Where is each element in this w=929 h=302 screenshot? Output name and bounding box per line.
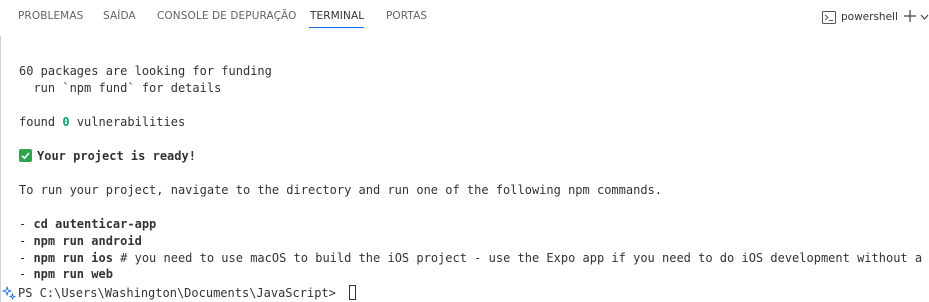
funding-line: 60 packages are looking for funding [19, 64, 272, 78]
funding-details-line: run `npm fund` for details [19, 81, 222, 95]
tab-problemas[interactable]: PROBLEMAS [18, 10, 83, 22]
shell-prompt: PS C:\Users\Washington\Documents\JavaScr… [18, 285, 344, 300]
tab-terminal[interactable]: TERMINAL [310, 10, 364, 22]
vulnerabilities-line: found 0 vulnerabilities [19, 115, 186, 129]
tab-portas[interactable]: PORTAS [386, 10, 427, 22]
terminal-icon [822, 10, 836, 24]
panel-tab-bar: PROBLEMAS SAÍDA CONSOLE DE DEPURAÇÃO TER… [0, 0, 929, 36]
instructions-line: To run your project, navigate to the dir… [19, 183, 662, 197]
terminal-output[interactable]: 60 packages are looking for funding run … [0, 36, 929, 302]
chevron-down-icon[interactable] [920, 13, 929, 21]
text-cursor [349, 285, 357, 300]
prompt-line[interactable]: PS C:\Users\Washington\Documents\JavaScr… [0, 284, 357, 301]
vulnerability-count: 0 [62, 115, 70, 129]
terminal-profile-selector[interactable]: powershell [822, 8, 898, 26]
sparkle-icon[interactable] [2, 285, 16, 300]
command-line-2: - npm run android [19, 234, 142, 248]
command-line-3: - npm run ios # you need to use macOS to… [19, 251, 929, 265]
tab-saida[interactable]: SAÍDA [103, 10, 136, 22]
tab-console-depuracao[interactable]: CONSOLE DE DEPURAÇÃO [157, 10, 296, 22]
command-line-1: - cd autenticar-app [19, 217, 157, 231]
active-tab-indicator [309, 27, 364, 28]
plus-icon[interactable] [903, 9, 917, 23]
terminal-profile-label: powershell [841, 11, 898, 23]
ready-line: Your project is ready! [19, 148, 196, 165]
command-line-4: - npm run web [19, 267, 113, 281]
check-icon [19, 149, 32, 162]
